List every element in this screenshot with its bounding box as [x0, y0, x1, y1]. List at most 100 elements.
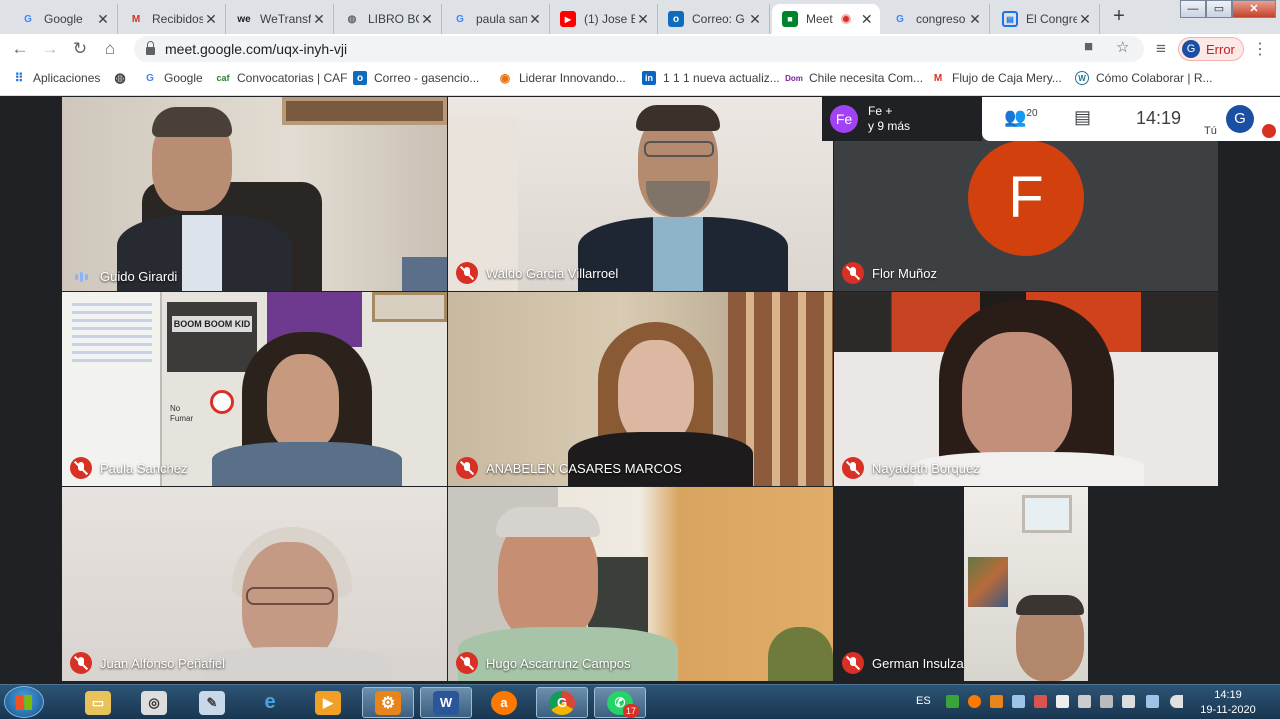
tab-recibidos[interactable]: M Recibidos ✕	[118, 4, 226, 34]
chat-icon[interactable]: ▤	[1074, 107, 1091, 128]
close-icon[interactable]: ✕	[1077, 11, 1093, 28]
back-arrow-icon[interactable]: ←	[9, 38, 31, 60]
meet-top-bar: 👥20 ▤ 14:19 Tú G	[982, 97, 1280, 141]
volume-icon[interactable]	[1170, 695, 1183, 708]
bookmark-chile[interactable]: Dom Chile necesita Com...	[785, 64, 923, 92]
internet-explorer-taskbar-button[interactable]: e	[244, 687, 296, 718]
close-icon[interactable]: ✕	[527, 11, 543, 28]
flag-icon[interactable]	[1056, 695, 1069, 708]
word-taskbar-button[interactable]: W	[420, 687, 472, 718]
media-control-icon[interactable]: ≡	[1150, 38, 1172, 60]
mic-off-icon	[842, 262, 864, 284]
network-icon[interactable]	[1100, 695, 1113, 708]
google-icon: G	[896, 13, 904, 25]
tab-paula[interactable]: G paula san ✕	[442, 4, 550, 34]
more-vert-icon[interactable]: ⋮	[1252, 39, 1268, 59]
globe-icon: ◍	[114, 70, 126, 85]
more-participants-indicator[interactable]: Fe Fe + y 9 más	[822, 97, 982, 141]
address-bar[interactable]: meet.google.com/uqx-inyh-vji ■ ☆	[134, 36, 1144, 62]
media-player-taskbar-button[interactable]: ▶	[302, 687, 354, 718]
overflow-line-2: y 9 más	[868, 119, 911, 133]
participant-name-row: Waldo Garcia Villarroel	[456, 262, 618, 284]
wetransfer-icon: we	[237, 13, 251, 25]
tab-correo[interactable]: o Correo: G ✕	[658, 4, 770, 34]
settings-tray-icon[interactable]	[990, 695, 1003, 708]
fumar-sign-text: Fumar	[170, 414, 194, 423]
close-icon[interactable]: ✕	[419, 11, 435, 28]
video-feed	[62, 97, 447, 291]
tab-google[interactable]: G Google ✕	[10, 4, 118, 34]
tab-el-congreso[interactable]: ▤ El Congre ✕	[992, 4, 1100, 34]
language-indicator[interactable]: ES	[916, 695, 931, 707]
paint-taskbar-button[interactable]: ✎	[186, 687, 238, 718]
system-date: 19-11-2020	[1200, 704, 1256, 716]
avast-taskbar-button[interactable]: a	[478, 687, 530, 718]
update-icon[interactable]	[1034, 695, 1047, 708]
video-feed	[964, 487, 1088, 681]
participant-tile[interactable]: Juan Alfonso Peñafiel	[62, 487, 447, 681]
settings-taskbar-button[interactable]: ⚙	[362, 687, 414, 718]
tab-meet[interactable]: ■ Meet ✕	[772, 4, 880, 34]
profile-button[interactable]: G Error	[1178, 37, 1244, 61]
close-icon[interactable]: ✕	[311, 11, 327, 28]
tab-libro[interactable]: ◍ LIBRO BO ✕	[334, 4, 442, 34]
bookmark-flujo[interactable]: M Flujo de Caja Mery...	[931, 64, 1062, 92]
bookmark-colaborar[interactable]: W Cómo Colaborar | R...	[1075, 64, 1213, 92]
minimize-button[interactable]: —	[1180, 0, 1206, 18]
system-clock[interactable]: 14:19 19-11-2020	[1198, 688, 1258, 718]
self-label: Tú	[1204, 125, 1217, 137]
film-reel-icon: ◎	[141, 690, 167, 715]
internet-explorer-icon: e	[264, 691, 276, 713]
shield-check-icon[interactable]	[946, 695, 959, 708]
start-button[interactable]	[4, 686, 44, 718]
participant-tile[interactable]: Nayadeth Borquez	[834, 292, 1218, 486]
gear-icon: ⚙	[375, 690, 401, 715]
bluetooth-icon[interactable]	[1078, 695, 1091, 708]
bookmark-caf[interactable]: caf Convocatorias | CAF	[216, 64, 347, 92]
participant-tile[interactable]: Hugo Ascarrunz Campos	[448, 487, 833, 681]
speaking-indicator-icon	[70, 270, 92, 284]
bookmark-aplicaciones[interactable]: ⠿ Aplicaciones	[12, 64, 101, 92]
boom-boom-sign: BOOM BOOM KID	[172, 316, 252, 332]
close-icon[interactable]: ✕	[859, 11, 875, 28]
dropbox-icon[interactable]	[1012, 695, 1025, 708]
participant-tile[interactable]: Waldo Garcia Villarroel	[448, 97, 833, 291]
tab-youtube[interactable]: ▶ (1) Jose E ✕	[550, 4, 658, 34]
self-avatar[interactable]: G	[1226, 105, 1254, 133]
home-icon[interactable]: ⌂	[99, 38, 121, 60]
participant-tile[interactable]: German Insulza	[834, 487, 1218, 681]
signal-bars-icon[interactable]	[1122, 695, 1135, 708]
apps-grid-icon: ⠿	[14, 71, 24, 85]
bookmark-google[interactable]: G Google	[143, 64, 203, 92]
close-icon[interactable]: ✕	[203, 11, 219, 28]
avast-tray-icon[interactable]	[968, 695, 981, 708]
bookmark-linkedin[interactable]: in 1 1 1 nueva actualiz...	[642, 64, 780, 92]
maximize-button[interactable]: ▭	[1206, 0, 1232, 18]
close-icon[interactable]: ✕	[967, 11, 983, 28]
close-icon[interactable]: ✕	[635, 11, 651, 28]
window-close-button[interactable]: ✕	[1232, 0, 1276, 18]
whatsapp-taskbar-button[interactable]: ✆ 17	[594, 687, 646, 718]
network-adapter-icon[interactable]	[1146, 695, 1159, 708]
forward-arrow-icon[interactable]: →	[39, 38, 61, 60]
new-tab-button[interactable]: +	[1105, 5, 1133, 29]
reload-icon[interactable]: ↻	[69, 38, 91, 60]
participant-tile[interactable]: Guido Girardi	[62, 97, 447, 291]
participant-tile[interactable]: BOOM BOOM KID No Fumar Paula Sanchez	[62, 292, 447, 486]
bookmark-globe[interactable]: ◍	[113, 64, 134, 92]
meeting-clock: 14:19	[1136, 108, 1182, 128]
tab-wetransfer[interactable]: we WeTransf ✕	[226, 4, 334, 34]
people-button[interactable]: 👥20	[1004, 107, 1038, 128]
participant-tile[interactable]: ANABELÉN CASARES MARCOS	[448, 292, 833, 486]
close-icon[interactable]: ✕	[747, 11, 763, 28]
bookmark-liderar[interactable]: ◉ Liderar Innovando...	[498, 64, 626, 92]
bookmark-correo[interactable]: o Correo - gasencio...	[353, 64, 479, 92]
camera-icon[interactable]: ■	[1084, 38, 1093, 55]
chrome-taskbar-button[interactable]: G	[536, 687, 588, 718]
close-icon[interactable]: ✕	[95, 11, 111, 28]
bookmarks-bar: ⠿ Aplicaciones ◍ G Google caf Convocator…	[0, 64, 1280, 96]
explorer-taskbar-button[interactable]: ▭	[72, 687, 124, 718]
media-center-taskbar-button[interactable]: ◎	[128, 687, 180, 718]
star-icon[interactable]: ☆	[1116, 38, 1129, 56]
tab-congreso[interactable]: G congreso ✕	[882, 4, 990, 34]
